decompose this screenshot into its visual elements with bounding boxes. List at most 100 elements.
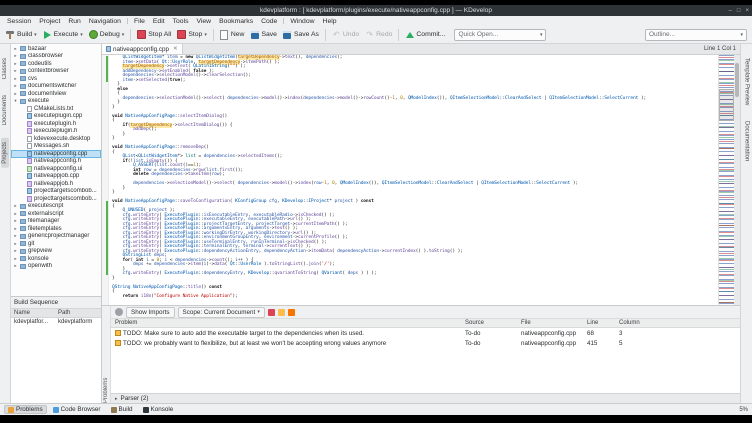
tree-item-nativeappconfig-ui[interactable]: nativeappconfig.ui [11,165,101,173]
problems-col-column[interactable]: Column [619,320,665,326]
tree-item-contextbrowser[interactable]: ▸ contextbrowser [11,68,101,76]
editor-area[interactable]: QListWidgetItem* item = new QListWidgetI… [102,55,740,305]
menu-project[interactable]: Project [35,18,64,25]
menu-bookmarks[interactable]: Bookmarks [215,18,257,25]
tree-item-documentswitcher[interactable]: ▸ documentswitcher [11,83,101,91]
parser-bar[interactable]: ▸ Parser (2) [111,393,740,403]
commit-button[interactable]: Commit... [402,28,448,41]
menu-run[interactable]: Run [64,18,84,25]
close-icon[interactable]: ✕ [173,46,178,52]
outline-input[interactable]: Outline... ▾ [645,28,747,41]
problems-col-source[interactable]: Source [465,320,521,326]
dock-tab-classes[interactable]: Classes [1,54,9,83]
save-button[interactable]: Save [247,28,280,41]
build-sequence-col-name[interactable]: Name [14,310,58,316]
build-sequence-col-path[interactable]: Path [58,310,98,316]
tree-item-label: documentview [28,90,67,97]
tree-item-projecttargetscombob[interactable]: projecttargetscombob... [11,195,101,203]
scrollbar-thumb[interactable] [735,63,739,97]
scope-dropdown[interactable]: Scope: Current Document ▾ [177,306,265,318]
build-sequence-row[interactable]: kdevplatfor... kdevplatform [11,318,101,326]
menu-view[interactable]: View [192,18,215,25]
menu-tools[interactable]: Tools [169,18,193,25]
statusbar-tab-build[interactable]: Build [107,405,137,414]
menu-navigation[interactable]: Navigation [85,18,125,25]
tree-item-executeplugin-cpp[interactable]: executeplugin.cpp [11,113,101,121]
problem-column: 5 [619,339,623,347]
execute-button[interactable]: Execute ▾ [40,28,86,41]
tree-item-filemanager[interactable]: ▸ filemanager [11,218,101,226]
dock-tab-documents[interactable]: Documents [1,91,9,129]
menu-code[interactable]: Code [257,18,281,25]
tree-item-cvs[interactable]: ▸ cvs [11,75,101,83]
tree-item-iexecuteplugin-h[interactable]: iexecuteplugin.h [11,128,101,136]
tree-item-projecttargetscombob[interactable]: projecttargetscombob... [11,188,101,196]
minimap-viewport[interactable] [719,89,734,121]
show-imports-button[interactable]: Show Imports [126,306,175,318]
menu-file[interactable]: File [130,18,149,25]
title-bar[interactable]: kdevplatform : [ kdevplatform/plugins/ex… [0,5,752,16]
tree-item-execute[interactable]: ▾ execute [11,98,101,106]
chevron-down-icon: ▾ [539,31,543,38]
statusbar-tab-problems[interactable]: Problems [4,405,47,414]
tree-item-codeutils[interactable]: ▸ codeutils [11,60,101,68]
menu-help[interactable]: Help [319,18,341,25]
tree-item-nativeappjob-h[interactable]: nativeappjob.h [11,180,101,188]
folder-icon [20,91,26,97]
tree-item-nativeappjob-cpp[interactable]: nativeappjob.cpp [11,173,101,181]
warning-flag-icon[interactable] [277,308,285,316]
tree-item-externalscript[interactable]: ▸ externalscript [11,210,101,218]
tree-item-nativeappconfig-h[interactable]: nativeappconfig.h [11,158,101,166]
code-area[interactable]: QListWidgetItem* item = new QListWidgetI… [109,55,718,305]
save-as-button[interactable]: Save As [280,28,322,41]
stop-button[interactable]: Stop ▾ [174,28,210,41]
build-button[interactable]: Build ▾ [3,28,40,41]
menu-edit[interactable]: Edit [149,18,169,25]
document-tab[interactable]: nativeappconfig.cpp ✕ [102,44,183,54]
dock-tab-documentation[interactable]: Documentation [743,117,751,165]
error-flag-icon[interactable] [267,308,275,316]
tree-item-classbrowser[interactable]: ▸ classbrowser [11,53,101,61]
filter-icon[interactable] [115,308,123,316]
tree-item-kdevexecute-desktop[interactable]: kdevexecute.desktop [11,135,101,143]
dock-tab-template-preview[interactable]: Template Preview [743,54,751,109]
tree-item-cmakelists-txt[interactable]: CMakeLists.txt [11,105,101,113]
minimize-button[interactable]: – [729,8,732,14]
chevron-right-icon: ▸ [14,255,17,261]
tree-item-messages-sh[interactable]: Messages.sh [11,143,101,151]
new-button[interactable]: New [217,28,248,41]
quick-open-input[interactable]: Quick Open... ▾ [454,28,547,41]
chevron-right-icon: ▸ [14,60,17,66]
tree-item-filetemplates[interactable]: ▸ filetemplates [11,225,101,233]
maximize-button[interactable]: □ [737,8,741,14]
vertical-scrollbar[interactable] [734,55,740,305]
dock-tab-projects[interactable]: Projects [1,137,9,168]
menu-window[interactable]: Window [286,18,318,25]
tree-item-executescript[interactable]: ▸ executescript [11,203,101,211]
close-button[interactable]: × [745,8,749,14]
problem-row[interactable]: TODO: we probably want to flexibilize, b… [111,338,740,348]
tree-item-label: executescript [28,203,64,210]
tree-item-executeplugin-h[interactable]: executeplugin.h [11,120,101,128]
problems-col-problem[interactable]: Problem [115,320,465,326]
menu-session[interactable]: Session [3,18,35,25]
tree-item-nativeappconfig-cpp[interactable]: nativeappconfig.cpp [11,150,101,158]
tree-item-documentview[interactable]: ▸ documentview [11,90,101,98]
statusbar-tab-code-browser[interactable]: Code Browser [49,405,105,414]
tree-item-konsole[interactable]: ▸ konsole [11,255,101,263]
tree-item-grepview[interactable]: ▸ grepview [11,248,101,256]
redo-button[interactable]: ↷ Redo [362,28,395,41]
tree-item-bazaar[interactable]: ▸ bazaar [11,45,101,53]
tree-item-genericprojectmanager[interactable]: ▸ genericprojectmanager [11,233,101,241]
stop-all-button[interactable]: Stop All [134,28,174,41]
problem-row[interactable]: TODO: Make sure to auto add the executab… [111,328,740,338]
debug-button[interactable]: Debug ▾ [86,28,128,41]
minimap[interactable] [718,55,734,305]
statusbar-tab-konsole[interactable]: Konsole [139,405,178,414]
tree-item-openwith[interactable]: ▸ openwith [11,263,101,271]
hint-flag-icon[interactable] [287,308,295,316]
problems-col-line[interactable]: Line [587,320,619,326]
tree-item-git[interactable]: ▸ git [11,240,101,248]
undo-button[interactable]: ↶ Undo [329,28,362,41]
problems-col-file[interactable]: File [521,320,587,326]
